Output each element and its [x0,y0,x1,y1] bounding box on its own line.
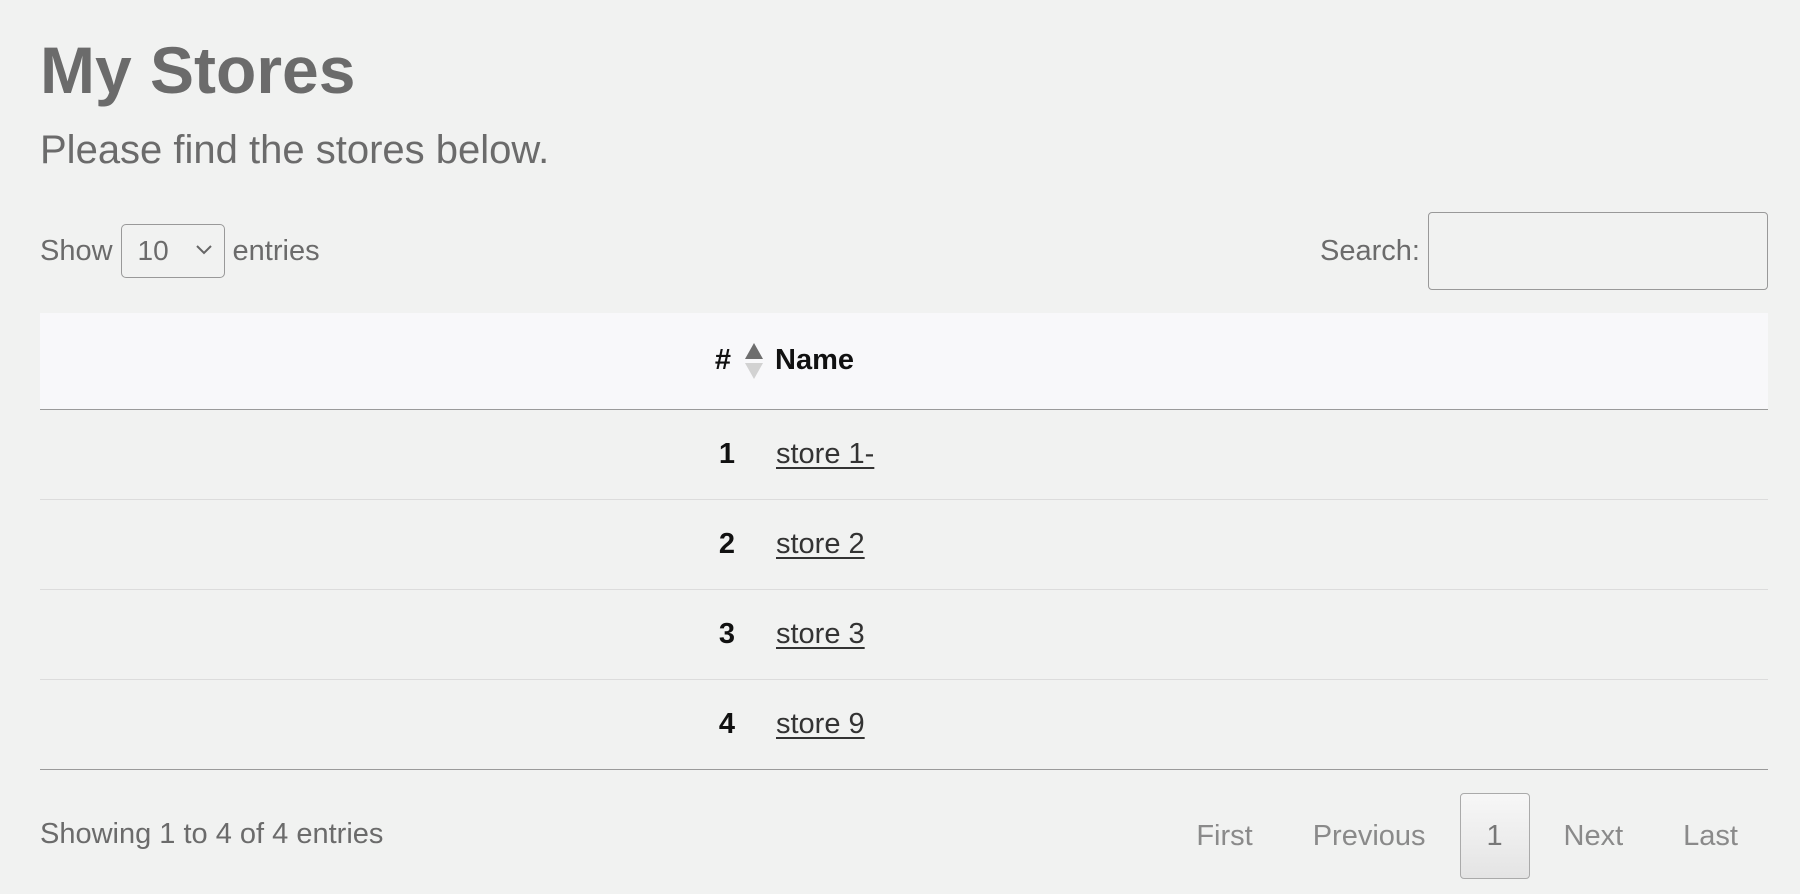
pagination-first-button[interactable]: First [1166,820,1282,853]
entries-per-page-select[interactable]: 10 [120,224,225,278]
page-title: My Stores [40,33,356,107]
pagination-last-button[interactable]: Last [1653,820,1768,853]
table-footer: Showing 1 to 4 of 4 entries First Previo… [40,792,1768,882]
search-input[interactable] [1428,212,1768,290]
row-number: 1 [718,437,735,470]
stores-table: # Name 1 store 1- 2 store 2 3 store 3 4 … [40,313,1768,770]
store-name-cell: store 2 [775,499,1768,589]
chevron-down-icon [195,245,212,255]
row-number: 3 [718,617,735,650]
store-link[interactable]: store 2 [776,528,865,560]
entries-label: entries [232,234,320,267]
column-header-name-label: Name [775,344,854,377]
store-link[interactable]: store 1- [776,438,874,470]
store-name-cell: store 9 [775,679,1768,769]
page-subtitle: Please find the stores below. [40,128,550,172]
table-header-row: # Name [40,313,1768,409]
store-name-cell: store 1- [775,409,1768,499]
pagination: First Previous 1 Next Last [1166,792,1768,880]
store-link[interactable]: store 9 [776,708,865,740]
search-label: Search: [1320,234,1420,267]
row-number: 4 [718,707,735,740]
table-row: 1 store 1- [40,409,1768,499]
table-row: 2 store 2 [40,499,1768,589]
pagination-page-1-button[interactable]: 1 [1459,793,1530,879]
column-header-number[interactable]: # [40,313,775,409]
search-control: Search: [1320,212,1768,290]
entries-length-control: Show 10 entries [40,224,320,278]
column-header-number-label: # [714,344,731,377]
pagination-next-button[interactable]: Next [1534,820,1654,853]
table-row: 3 store 3 [40,589,1768,679]
table-row: 4 store 9 [40,679,1768,769]
entries-per-page-value: 10 [137,235,169,266]
table-controls: Show 10 entries Search: [40,210,1768,294]
sort-ascending-icon [745,343,763,379]
row-number: 2 [718,527,735,560]
store-name-cell: store 3 [775,589,1768,679]
entries-info: Showing 1 to 4 of 4 entries [40,818,384,850]
show-label: Show [40,234,113,267]
pagination-previous-button[interactable]: Previous [1283,820,1456,853]
column-header-name[interactable]: Name [775,313,1768,409]
store-link[interactable]: store 3 [776,618,865,650]
